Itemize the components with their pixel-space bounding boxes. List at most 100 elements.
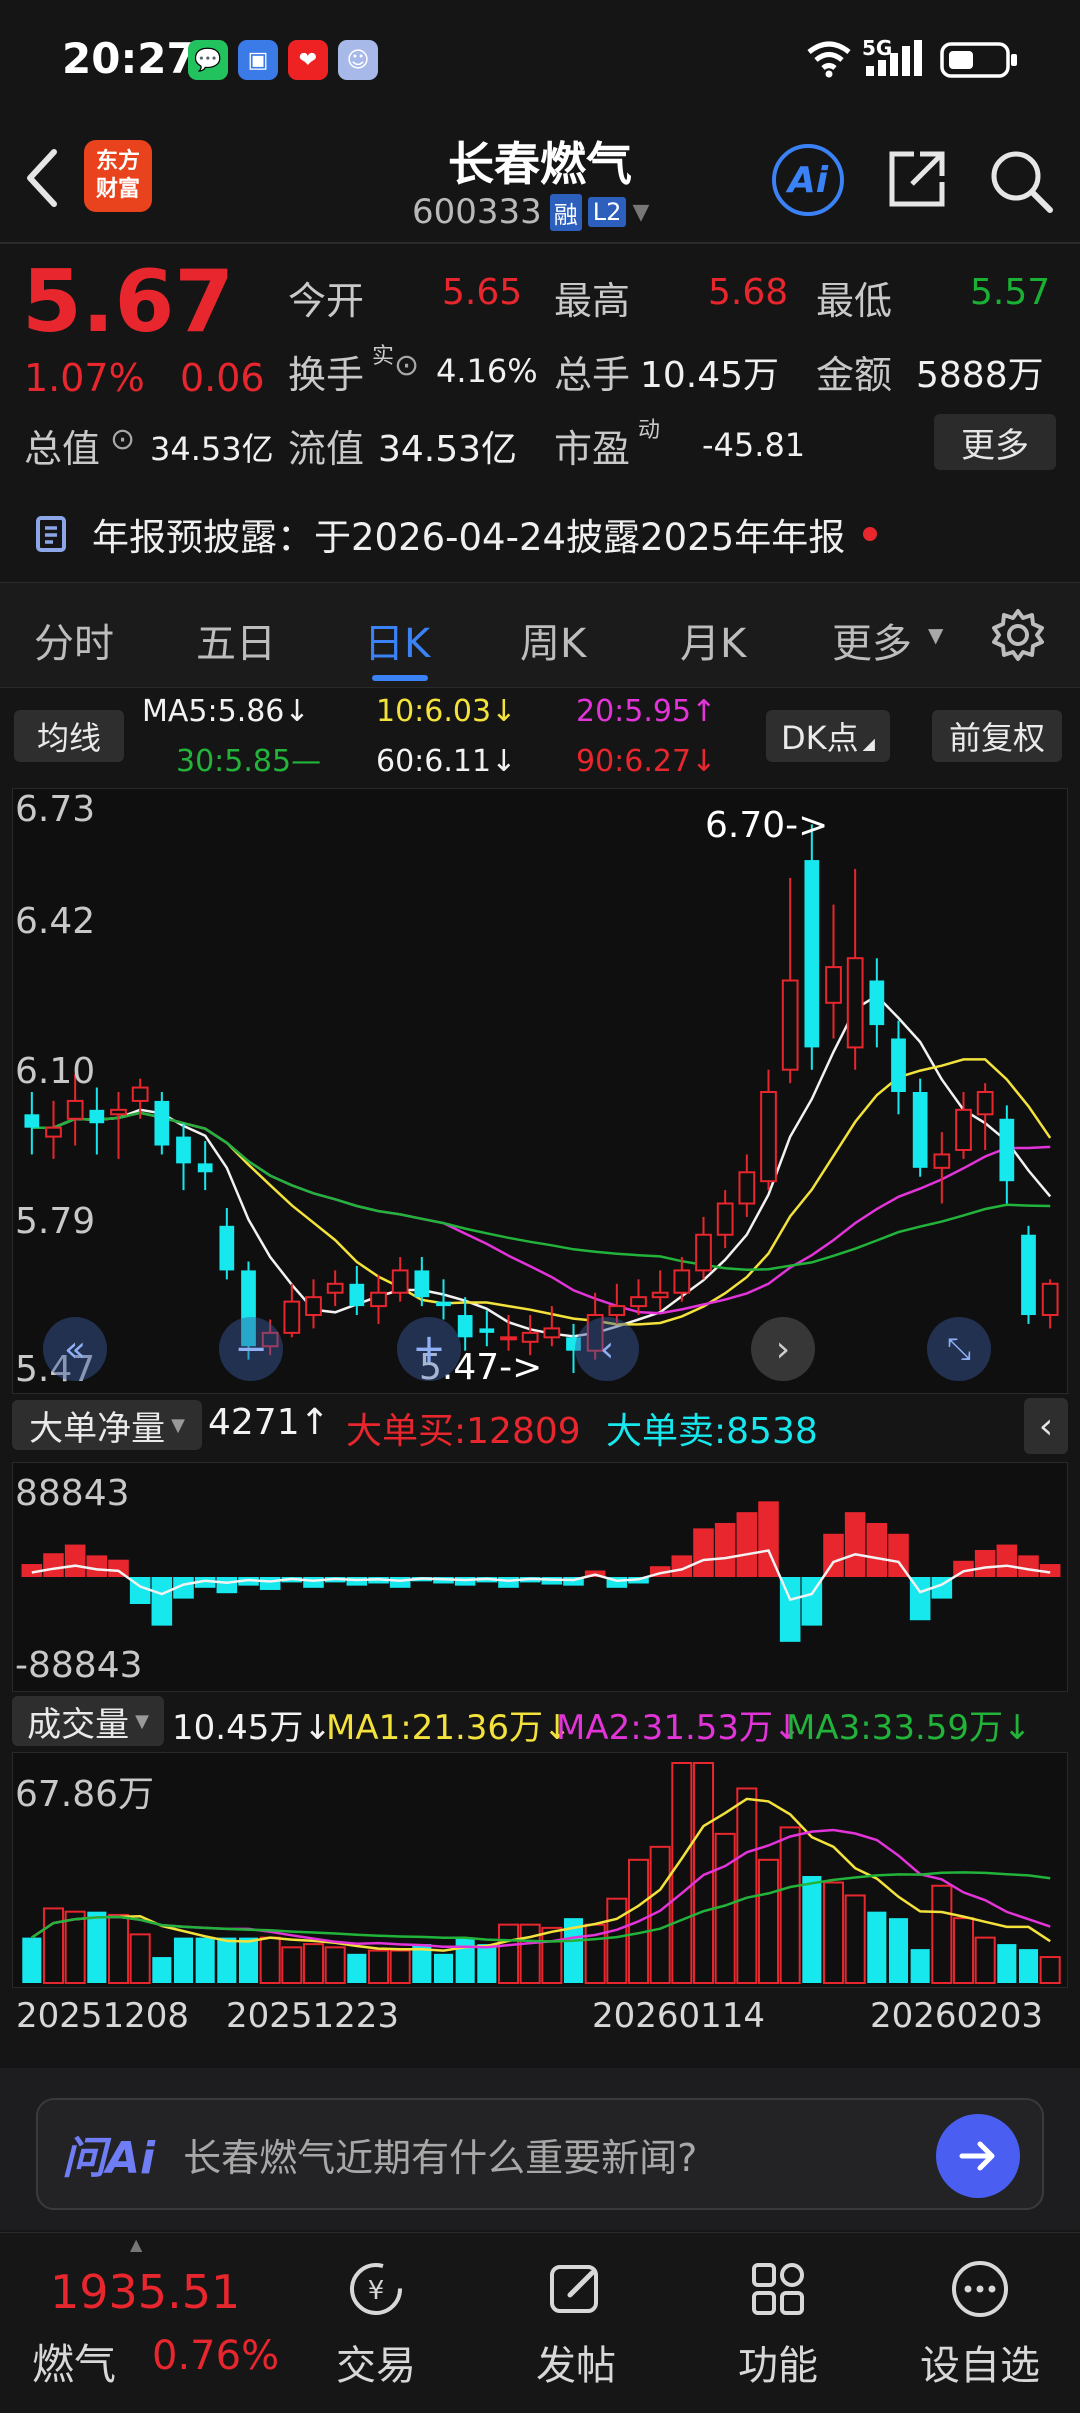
flow-chart	[21, 1501, 1061, 1642]
low-value: 5.57	[970, 272, 1051, 313]
nav-trade[interactable]: ¥ 交易	[316, 2257, 436, 2391]
tab-five-day[interactable]: 五日	[196, 611, 276, 669]
mktcap-value: 34.53亿	[150, 430, 274, 468]
tab-weekly-k[interactable]: 周K	[520, 611, 586, 669]
nav-post-label: 发帖	[536, 2343, 616, 2389]
volume-bar	[195, 1937, 215, 1983]
ai-button[interactable]: Ai	[772, 144, 844, 216]
zoom-in-button[interactable]: +	[397, 1317, 461, 1381]
flow-chip[interactable]: 大单净量 ▼	[12, 1400, 202, 1450]
wechat-icon: 💬	[188, 40, 228, 80]
index-name[interactable]: 燃气	[32, 2331, 116, 2392]
high-label: 最高	[554, 279, 631, 323]
ask-ai-input[interactable]: 问Ai 长春燃气近期有什么重要新闻?	[36, 2098, 1044, 2210]
search-icon[interactable]	[986, 146, 1056, 216]
fullscreen-button[interactable]: ⤡	[927, 1317, 991, 1381]
flow-bar	[303, 1577, 324, 1588]
y-tick-label: 6.73	[15, 789, 96, 830]
turnover-value: 4.16%	[436, 352, 538, 390]
tab-more[interactable]: 更多	[832, 611, 912, 669]
volume-bar	[952, 1917, 975, 1985]
stock-code-row[interactable]: 600333 融 L2 ▼	[412, 192, 649, 232]
status-time: 20:27	[62, 34, 196, 83]
grid-icon	[752, 2263, 804, 2315]
volume-bar	[867, 1911, 887, 1983]
back-arrow-icon[interactable]	[22, 148, 62, 208]
info-icon[interactable]: ⊙	[110, 422, 135, 457]
trade-icon: ¥	[350, 2263, 402, 2315]
candle-body	[846, 957, 864, 1049]
ma20-value: 20:5.95↑	[576, 694, 717, 729]
candle-body	[716, 1202, 734, 1236]
date-label: 20251223	[226, 1996, 400, 2036]
header: 东方 财富 长春燃气 600333 融 L2 ▼ Ai	[0, 120, 1080, 240]
date-label: 20251208	[16, 1996, 190, 2036]
volume-panel[interactable]: 67.86万	[12, 1752, 1068, 1988]
ma30-value: 30:5.85—	[176, 744, 322, 779]
change-absolute: 0.06	[180, 356, 265, 400]
pan-left-button[interactable]: «	[43, 1317, 107, 1381]
volume-bar	[87, 1911, 107, 1983]
volume-bar	[779, 1826, 801, 1984]
pe-value: -45.81	[702, 426, 806, 464]
volume-bar	[64, 1910, 86, 1984]
candle-body	[781, 979, 799, 1071]
nav-post[interactable]: 发帖	[516, 2257, 636, 2391]
flow-bar	[498, 1577, 519, 1588]
flow-bar	[996, 1544, 1018, 1577]
volume-bar	[606, 1897, 628, 1985]
candle-body	[326, 1282, 344, 1294]
volume-top-label: 67.86万	[15, 1774, 155, 1815]
flow-net-value: 4271↑	[208, 1402, 330, 1443]
volume-bar	[910, 1949, 930, 1983]
gear-icon[interactable]	[990, 607, 1046, 663]
nav-function[interactable]: 功能	[718, 2257, 838, 2391]
tab-intraday[interactable]: 分时	[34, 611, 114, 669]
logo-line1: 东方	[95, 149, 140, 174]
caret-down-icon: ▼	[135, 1710, 149, 1732]
candle-body	[219, 1225, 235, 1271]
tab-daily-k[interactable]: 日K	[364, 611, 430, 669]
nav-function-label: 功能	[738, 2343, 818, 2389]
share-icon[interactable]	[884, 146, 950, 212]
date-label: 20260203	[870, 1996, 1044, 2036]
flow-bar	[736, 1512, 758, 1577]
candle-body	[804, 860, 820, 1048]
volume-bar	[281, 1946, 303, 1985]
more-button[interactable]: 更多	[934, 414, 1056, 470]
candle-body	[176, 1136, 191, 1164]
kline-chart	[24, 824, 1059, 1373]
logo-line2: 财富	[95, 177, 140, 202]
next-button[interactable]: ›	[751, 1317, 815, 1381]
annual-report-notice[interactable]: 年报预披露：于2026-04-24披露2025年年报	[32, 506, 878, 562]
app-notice-icon: ▣	[238, 40, 278, 80]
candle-body	[24, 1114, 40, 1128]
volume-bar	[519, 1923, 541, 1984]
index-value[interactable]: 1935.51	[50, 2265, 240, 2319]
amount-label: 金额	[816, 353, 893, 397]
tab-monthly-k[interactable]: 月K	[680, 611, 746, 669]
volume-chip[interactable]: 成交量 ▼	[12, 1696, 164, 1746]
prev-button[interactable]: ‹	[575, 1317, 639, 1381]
collapse-button[interactable]: ‹	[1024, 1398, 1068, 1454]
flow-bar	[259, 1577, 281, 1590]
info-icon[interactable]: ⊙	[394, 348, 419, 383]
zoom-out-button[interactable]: −	[219, 1317, 283, 1381]
unread-dot	[863, 527, 878, 541]
nav-watchlist[interactable]: 设自选	[906, 2257, 1054, 2391]
volume-value: 10.45万↓	[172, 1708, 332, 1748]
dk-point-chip[interactable]: DK点 ◢	[766, 710, 890, 762]
kline-panel[interactable]: 6.73 6.42 6.10 5.79 5.47 6.70-> 5.47-> «…	[12, 788, 1068, 1394]
volume-bar	[1018, 1949, 1039, 1983]
candle-body	[131, 1086, 149, 1102]
dk-label: DK点	[781, 719, 859, 757]
ma-chip[interactable]: 均线	[14, 710, 124, 762]
send-button[interactable]	[936, 2114, 1020, 2198]
volume-label: 总手	[554, 353, 631, 397]
adjust-chip[interactable]: 前复权	[932, 710, 1062, 762]
candle-body	[760, 1091, 777, 1183]
flow-panel[interactable]: 88843 -88843	[12, 1462, 1068, 1692]
app-logo: 东方 财富	[84, 140, 152, 212]
edit-icon	[550, 2265, 598, 2313]
y-tick-label: 6.42	[15, 901, 96, 942]
